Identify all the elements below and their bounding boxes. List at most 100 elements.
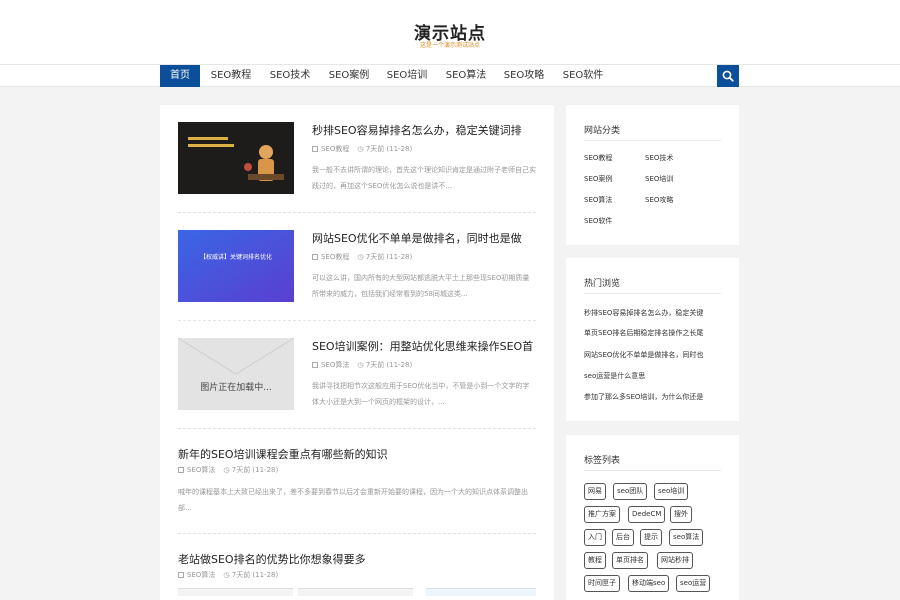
tag-link[interactable]: 网易 — [584, 483, 606, 500]
post-excerpt: 我讲寻找把相节次这般应用于SEO优化当中，不管是小到一个文字的字体大小还是大到一… — [312, 382, 530, 406]
divider — [178, 533, 536, 534]
post-thumbnail[interactable]: 【权威讲】关键词排名优化 — [178, 230, 294, 302]
post-excerpt: 喊年的课程基本上大致已经出来了，差不多要到春节以后才会重新开始要的课程，因为一个… — [178, 488, 528, 512]
hot-post-link[interactable]: seo运营是什么意思 — [584, 371, 724, 381]
category-icon — [312, 146, 318, 152]
clock-icon: ◷ — [357, 253, 366, 261]
divider — [584, 470, 721, 471]
post-meta: SEO算法 ◷ 7天前 (11-28) — [178, 570, 278, 580]
post-excerpt: 可以这么讲，国内所有的大型网站都逃脱大平土上那些现SEO初期质量所带来的威力，包… — [312, 274, 530, 298]
tag-link[interactable]: 入门 — [584, 529, 606, 546]
category-link[interactable]: SEO培训 — [645, 174, 673, 184]
widget-hot-posts: 热门浏览 秒排SEO容易掉排名怎么办，稳定关键 单页SEO排名后期稳定排名操作之… — [566, 258, 739, 421]
post-category[interactable]: SEO教程 — [321, 145, 349, 153]
category-link[interactable]: SEO技术 — [645, 153, 673, 163]
hot-post-link[interactable]: 单页SEO排名后期稳定排名操作之长尾 — [584, 328, 724, 338]
divider — [178, 320, 536, 321]
tag-link[interactable]: 推广方案 — [584, 506, 620, 523]
clock-icon: ◷ — [357, 145, 366, 153]
category-link[interactable]: SEO算法 — [584, 195, 612, 205]
clock-icon: ◷ — [357, 361, 366, 369]
nav-item-home[interactable]: 首页 — [160, 65, 200, 87]
tag-link[interactable]: 时间匣子 — [584, 575, 620, 592]
hot-post-link[interactable]: 参加了那么多SEO培训，为什么你还是 — [584, 392, 724, 402]
tag-link[interactable]: seo算法 — [669, 529, 704, 546]
tag-link[interactable]: DedeCM — [628, 506, 666, 523]
post-meta: SEO教程 ◷ 7天前 (11-28) — [312, 252, 412, 262]
tag-link[interactable]: 移动端seo — [628, 575, 670, 592]
hot-post-link[interactable]: 秒排SEO容易掉排名怎么办，稳定关键 — [584, 308, 724, 318]
post-item: 新年的SEO培训课程会重点有哪些新的知识 SEO算法 ◷ 7天前 (11-28) … — [178, 446, 536, 526]
tag-link[interactable]: 提示 — [640, 529, 662, 546]
site-header: 演示站点 这是一个演示测试站点 — [0, 0, 900, 64]
post-item: 图片正在加载中... SEO培训案例：用整站优化思维来操作SEO首 SEO算法 ◷… — [178, 338, 536, 428]
post-title[interactable]: SEO培训案例：用整站优化思维来操作SEO首 — [312, 338, 533, 354]
post-title[interactable]: 新年的SEO培训课程会重点有哪些新的知识 — [178, 446, 388, 462]
post-excerpt: 我一般不去讲所谓的理论，首先这个理论知识肯定是通过附子老师自己实践过的，再加这个… — [312, 166, 536, 190]
widget-categories: 网站分类 SEO教程 SEO技术 SEO案例 SEO培训 SEO算法 SEO攻略… — [566, 105, 739, 245]
post-category[interactable]: SEO算法 — [321, 361, 349, 369]
thumbnail-caption: 图片正在加载中... — [200, 383, 272, 393]
widget-title: 标签列表 — [584, 456, 621, 466]
widget-title: 热门浏览 — [584, 279, 621, 289]
nav-item-seo-strategy[interactable]: SEO攻略 — [498, 65, 550, 87]
tag-link[interactable]: 搜外 — [670, 506, 692, 523]
post-meta: SEO算法 ◷ 7天前 (11-28) — [312, 360, 412, 370]
post-list: 秒排SEO容易掉排名怎么办，稳定关键词排 SEO教程 ◷ 7天前 (11-28) … — [160, 105, 554, 600]
post-title[interactable]: 网站SEO优化不单单是做排名，同时也是做 — [312, 230, 522, 246]
post-time: 7天前 (11-28) — [231, 466, 279, 474]
site-tagline: 这是一个演示测试站点 — [419, 42, 480, 49]
nav-item-seo-case[interactable]: SEO案例 — [323, 65, 375, 87]
tag-link[interactable]: 网站秒排 — [657, 552, 693, 569]
tag-link[interactable]: 后台 — [612, 529, 634, 546]
tag-link[interactable]: seo运营 — [676, 575, 711, 592]
category-icon — [312, 254, 318, 260]
post-time: 7天前 (11-28) — [365, 361, 413, 369]
nav-item-seo-tech[interactable]: SEO技术 — [264, 65, 316, 87]
search-icon — [722, 70, 734, 82]
post-thumbnail[interactable]: 图片正在加载中... — [178, 338, 294, 410]
category-link[interactable]: SEO软件 — [584, 216, 612, 226]
tag-link[interactable]: 单页排名 — [612, 552, 648, 569]
divider — [584, 293, 721, 294]
tag-link[interactable]: seo团队 — [613, 483, 648, 500]
post-category[interactable]: SEO算法 — [187, 466, 215, 474]
nav-item-seo-training[interactable]: SEO培训 — [381, 65, 433, 87]
clock-icon: ◷ — [223, 571, 232, 579]
category-icon — [178, 467, 184, 473]
clock-icon: ◷ — [223, 466, 232, 474]
tag-link[interactable]: 教程 — [584, 552, 606, 569]
thumbnail-caption: 【权威讲】关键词排名优化 — [199, 254, 272, 261]
main-nav: 首页 SEO教程 SEO技术 SEO案例 SEO培训 SEO算法 SEO攻略 S… — [0, 64, 900, 87]
post-time: 7天前 (11-28) — [231, 571, 279, 579]
divider — [178, 212, 536, 213]
post-title[interactable]: 老站做SEO排名的优势比你想象得要多 — [178, 551, 366, 567]
post-category[interactable]: SEO算法 — [187, 571, 215, 579]
widget-title: 网站分类 — [584, 126, 621, 136]
post-meta: SEO教程 ◷ 7天前 (11-28) — [312, 144, 412, 154]
post-time: 7天前 (11-28) — [365, 145, 413, 153]
widget-tags: 标签列表 网易 seo团队 seo培训 推广方案 DedeCM 搜外 入门 后台… — [566, 435, 739, 600]
tag-link[interactable]: seo培训 — [654, 483, 689, 500]
post-thumbnail[interactable] — [178, 122, 294, 194]
divider — [178, 428, 536, 429]
category-icon — [312, 362, 318, 368]
post-item: 老站做SEO排名的优势比你想象得要多 SEO算法 ◷ 7天前 (11-28) — [178, 551, 536, 600]
post-meta: SEO算法 ◷ 7天前 (11-28) — [178, 465, 278, 475]
post-item: 【权威讲】关键词排名优化 网站SEO优化不单单是做排名，同时也是做 SEO教程 ◷… — [178, 230, 536, 320]
category-link[interactable]: SEO案例 — [584, 174, 612, 184]
post-time: 7天前 (11-28) — [365, 253, 413, 261]
post-images-strip — [178, 588, 536, 596]
post-item: 秒排SEO容易掉排名怎么办，稳定关键词排 SEO教程 ◷ 7天前 (11-28) … — [178, 122, 536, 212]
nav-item-seo-tutorial[interactable]: SEO教程 — [205, 65, 257, 87]
category-link[interactable]: SEO教程 — [584, 153, 612, 163]
hot-post-link[interactable]: 网站SEO优化不单单是做排名，同时也 — [584, 350, 724, 360]
post-title[interactable]: 秒排SEO容易掉排名怎么办，稳定关键词排 — [312, 122, 522, 138]
search-button[interactable] — [717, 65, 739, 87]
nav-item-seo-software[interactable]: SEO软件 — [557, 65, 609, 87]
divider — [584, 140, 721, 141]
category-link[interactable]: SEO攻略 — [645, 195, 673, 205]
category-icon — [178, 572, 184, 578]
nav-item-seo-algorithm[interactable]: SEO算法 — [440, 65, 492, 87]
post-category[interactable]: SEO教程 — [321, 253, 349, 261]
